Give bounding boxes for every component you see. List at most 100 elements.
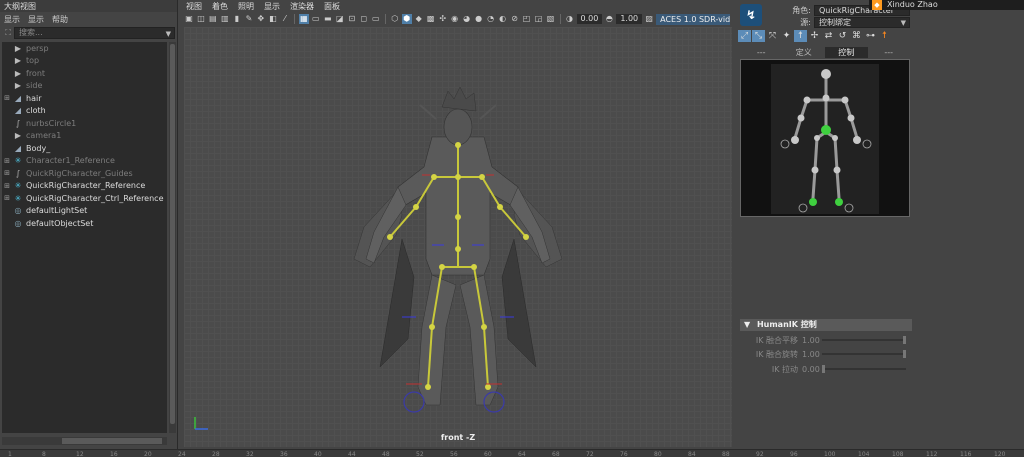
outliner-item[interactable]: ▶ persp: [2, 42, 167, 55]
gamma-field[interactable]: 1.00: [616, 14, 643, 24]
outliner-item[interactable]: ▶ top: [2, 55, 167, 68]
selection-icon[interactable]: ⤧: [766, 30, 779, 42]
grid-icon[interactable]: ▦: [298, 14, 309, 24]
slider-knob[interactable]: [903, 350, 906, 358]
color-management-icon[interactable]: ▨: [644, 14, 654, 24]
safe-title-icon[interactable]: ▭: [371, 14, 381, 24]
grease-icon[interactable]: ⁄: [280, 14, 290, 24]
outliner-item[interactable]: ⊞ ✳ Character1_Reference: [2, 155, 167, 168]
menu-display-2[interactable]: 显示: [28, 14, 44, 24]
scrollbar-thumb[interactable]: [62, 438, 162, 444]
wireframe-icon[interactable]: ⬡: [390, 14, 400, 24]
film-gate-icon[interactable]: ▭: [311, 14, 321, 24]
pin-both-icon[interactable]: ⌘: [850, 30, 863, 42]
camera-lock-icon[interactable]: ◧: [268, 14, 278, 24]
user-name[interactable]: Xinduo Zhao: [887, 0, 938, 10]
outliner-horizontal-scrollbar[interactable]: [2, 437, 167, 445]
screen-ao-icon[interactable]: ◕: [462, 14, 472, 24]
humanik-rig-figure[interactable]: [741, 60, 911, 218]
isolate-icon[interactable]: ⊘: [510, 14, 520, 24]
outliner-item[interactable]: ⊞ ✳ QuickRigCharacter_Reference: [2, 180, 167, 193]
anti-alias-icon[interactable]: ◔: [486, 14, 496, 24]
exposure-field[interactable]: 0.00: [576, 14, 603, 24]
time-slider[interactable]: 1 8 12 16 20 24 28 32 36 40 44 48 52 56 60 64 68 72 76 80 84…: [0, 449, 1024, 457]
exposure-icon[interactable]: ◑: [565, 14, 575, 24]
expand-plus-icon[interactable]: ⊞: [2, 182, 12, 190]
tab-right-blank[interactable]: ---: [868, 47, 911, 58]
expand-plus-icon[interactable]: ⊞: [2, 94, 12, 102]
humanik-controls-section[interactable]: ▼ HumanIK 控制: [740, 319, 912, 331]
slider-knob[interactable]: [822, 365, 825, 373]
menu-help[interactable]: 帮助: [52, 14, 68, 24]
camera-attr-icon[interactable]: ◫: [196, 14, 206, 24]
filter-icon[interactable]: ⛶: [2, 28, 14, 38]
pin-rotate-icon[interactable]: ✢: [808, 30, 821, 42]
avatar[interactable]: ◆: [872, 0, 882, 10]
smooth-shade-icon[interactable]: ⬢: [401, 14, 412, 24]
outliner-item[interactable]: ▶ camera1: [2, 130, 167, 143]
menu-renderer[interactable]: 渲染器: [290, 1, 314, 11]
xray-components-icon[interactable]: ▧: [546, 14, 556, 24]
slider-value[interactable]: 1.00: [802, 336, 820, 345]
outliner-item[interactable]: ⊞ ∫ QuickRigCharacter_Guides: [2, 167, 167, 180]
slider-track[interactable]: [822, 365, 906, 373]
slider-knob[interactable]: [903, 336, 906, 344]
pin-translate-icon[interactable]: ✦: [780, 30, 793, 42]
slider-value[interactable]: 1.00: [802, 350, 820, 359]
humanik-logo-icon[interactable]: ↯: [740, 4, 762, 26]
outliner-item[interactable]: ⊞ ◢ hair: [2, 92, 167, 105]
lights-icon[interactable]: ✣: [438, 14, 448, 24]
select-camera-icon[interactable]: ▣: [184, 14, 194, 24]
xray-icon[interactable]: ◰: [522, 14, 532, 24]
outliner-item[interactable]: ⊞ ✳ QuickRigCharacter_Ctrl_Reference: [2, 192, 167, 205]
dof-icon[interactable]: ◐: [498, 14, 508, 24]
shadows-icon[interactable]: ◉: [450, 14, 460, 24]
menu-show[interactable]: 显示: [264, 1, 280, 11]
slider-value[interactable]: 0.00: [802, 365, 820, 374]
mirror-icon[interactable]: ⇄: [822, 30, 835, 42]
search-input[interactable]: 搜索... ▼: [14, 27, 175, 39]
expand-plus-icon[interactable]: ⊞: [2, 157, 12, 165]
outliner-item[interactable]: ◢ cloth: [2, 105, 167, 118]
reset-icon[interactable]: ↺: [836, 30, 849, 42]
stance-pose-icon[interactable]: ☨: [794, 30, 807, 42]
viewport-canvas[interactable]: front -Z: [184, 27, 732, 447]
menu-lighting[interactable]: 照明: [238, 1, 254, 11]
orange-figure-icon[interactable]: ☨: [878, 30, 891, 42]
source-dropdown[interactable]: 控制绑定 ▼: [814, 17, 910, 28]
gate-mask-icon[interactable]: ◪: [335, 14, 345, 24]
outliner-item[interactable]: ∫ nurbsCircle1: [2, 117, 167, 130]
menu-panels[interactable]: 面板: [324, 1, 340, 11]
grease-pencil-icon[interactable]: ✎: [244, 14, 254, 24]
slider-track[interactable]: [822, 336, 906, 344]
outliner-item[interactable]: ◢ Body_: [2, 142, 167, 155]
textured-icon[interactable]: ▩: [426, 14, 436, 24]
character-figure[interactable]: [184, 27, 732, 447]
default-material-icon[interactable]: ◆: [414, 14, 424, 24]
body-part-icon[interactable]: ⤡: [752, 30, 765, 42]
tab-left-blank[interactable]: ---: [740, 47, 783, 58]
outliner-item[interactable]: ▶ front: [2, 67, 167, 80]
menu-display-1[interactable]: 显示: [4, 14, 20, 24]
safe-action-icon[interactable]: ◻: [359, 14, 369, 24]
pan-zoom-icon[interactable]: ✥: [256, 14, 266, 24]
slider-track[interactable]: [822, 350, 906, 358]
chevron-down-icon[interactable]: ▼: [166, 29, 171, 39]
outliner-item[interactable]: ◎ defaultLightSet: [2, 205, 167, 218]
outliner-item[interactable]: ◎ defaultObjectSet: [2, 217, 167, 230]
outliner-item[interactable]: ▶ side: [2, 80, 167, 93]
bookmark-icon[interactable]: ▤: [208, 14, 218, 24]
full-body-icon[interactable]: ⤢: [738, 30, 751, 42]
key-icon[interactable]: ⊶: [864, 30, 877, 42]
motion-blur-icon[interactable]: ●: [474, 14, 484, 24]
bookmark-flag-icon[interactable]: ▮: [232, 14, 242, 24]
tab-define[interactable]: 定义: [783, 47, 826, 58]
tab-controls[interactable]: 控制: [825, 47, 868, 58]
expand-plus-icon[interactable]: ⊞: [2, 194, 12, 202]
colorspace-dropdown[interactable]: ACES 1.0 SDR-video: [656, 13, 730, 25]
menu-view[interactable]: 视图: [186, 1, 202, 11]
outliner-vertical-scrollbar[interactable]: [169, 42, 176, 433]
resolution-gate-icon[interactable]: ▬: [323, 14, 333, 24]
menu-shading[interactable]: 着色: [212, 1, 228, 11]
scrollbar-thumb[interactable]: [170, 44, 175, 424]
